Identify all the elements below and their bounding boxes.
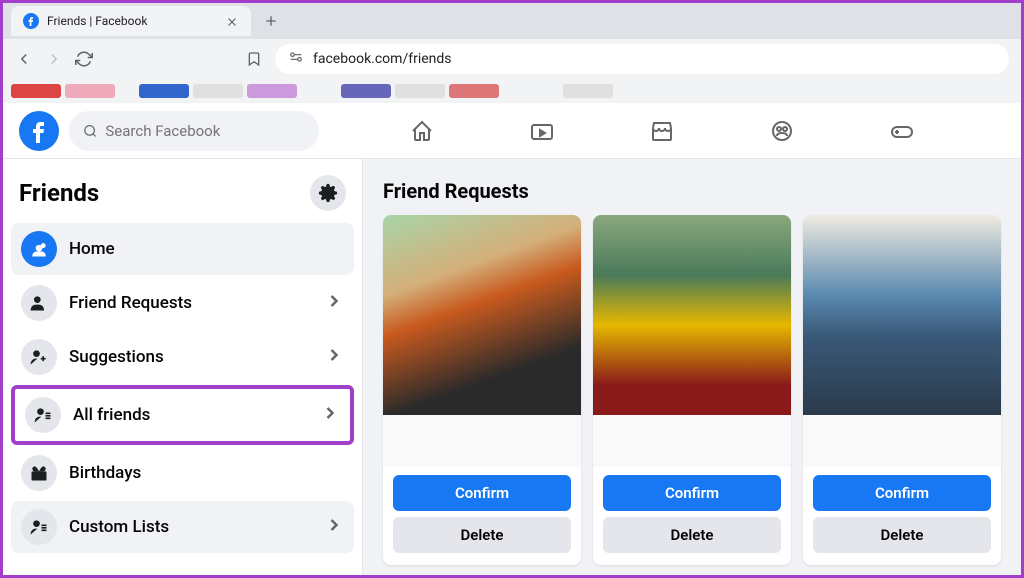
sidebar-header: Friends [11,171,354,223]
card-actions: Confirm Delete [593,467,791,565]
browser-chrome: Friends | Facebook facebook.com/friends [3,3,1021,103]
sidebar-item-label: Home [69,239,344,259]
tab-bar: Friends | Facebook [3,3,1021,39]
confirm-button[interactable]: Confirm [813,475,991,511]
new-tab-button[interactable] [257,7,285,35]
site-settings-icon[interactable] [289,50,303,68]
settings-button[interactable] [310,175,346,211]
browser-toolbar: facebook.com/friends [3,39,1021,79]
confirm-button[interactable]: Confirm [393,475,571,511]
nav-home[interactable] [367,107,477,155]
sidebar-item-suggestions[interactable]: Suggestions [11,331,354,383]
profile-name-blurred [593,415,791,467]
section-title: Friend Requests [383,179,1001,203]
sidebar-item-label: All friends [73,405,308,425]
confirm-button[interactable]: Confirm [603,475,781,511]
close-icon[interactable] [225,14,239,28]
search-icon [83,123,97,139]
profile-photo[interactable] [383,215,581,415]
delete-button[interactable]: Delete [393,517,571,553]
chevron-right-icon [324,515,344,539]
sidebar-item-all-friends[interactable]: All friends [11,385,354,445]
card-actions: Confirm Delete [803,467,1001,565]
top-nav [319,107,1005,155]
sidebar-item-label: Suggestions [69,347,312,367]
sidebar-title: Friends [19,179,99,207]
bookmark-icon[interactable] [245,50,263,68]
nav-video[interactable] [487,107,597,155]
friend-request-icon [21,285,57,321]
delete-button[interactable]: Delete [603,517,781,553]
sidebar-item-label: Friend Requests [69,293,312,313]
main-content: Friend Requests Confirm Delete Confirm D… [363,159,1021,575]
url-text: facebook.com/friends [313,51,452,67]
facebook-header [3,103,1021,159]
chevron-right-icon [324,345,344,369]
sidebar-item-label: Custom Lists [69,517,312,537]
custom-lists-icon [21,509,57,545]
delete-button[interactable]: Delete [813,517,991,553]
browser-tab[interactable]: Friends | Facebook [11,6,251,36]
friend-request-card: Confirm Delete [803,215,1001,565]
nav-groups[interactable] [727,107,837,155]
profile-photo[interactable] [593,215,791,415]
profile-photo[interactable] [803,215,1001,415]
search-box[interactable] [69,111,319,151]
sidebar-item-requests[interactable]: Friend Requests [11,277,354,329]
chevron-right-icon [320,403,340,427]
sidebar: Friends Home Friend Requests Suggestions [3,159,363,575]
friend-request-card: Confirm Delete [383,215,581,565]
sidebar-item-custom-lists[interactable]: Custom Lists [11,501,354,553]
facebook-favicon [23,13,39,29]
bookmarks-bar [3,79,1021,103]
back-button[interactable] [15,50,33,68]
search-input[interactable] [105,122,305,140]
card-actions: Confirm Delete [383,467,581,565]
chevron-right-icon [324,291,344,315]
reload-button[interactable] [75,50,93,68]
nav-gaming[interactable] [847,107,957,155]
all-friends-icon [25,397,61,433]
gear-icon [318,183,338,203]
facebook-logo[interactable] [19,111,59,151]
friend-request-card: Confirm Delete [593,215,791,565]
sidebar-item-home[interactable]: Home [11,223,354,275]
profile-name-blurred [803,415,1001,467]
address-bar[interactable]: facebook.com/friends [275,44,1009,74]
main-body: Friends Home Friend Requests Suggestions [3,159,1021,575]
gift-icon [21,455,57,491]
forward-button[interactable] [45,50,63,68]
sidebar-item-label: Birthdays [69,463,344,483]
sidebar-item-birthdays[interactable]: Birthdays [11,447,354,499]
suggestions-icon [21,339,57,375]
tab-title: Friends | Facebook [47,14,217,28]
friends-icon [21,231,57,267]
request-cards: Confirm Delete Confirm Delete Confirm De… [383,215,1001,565]
nav-marketplace[interactable] [607,107,717,155]
profile-name-blurred [383,415,581,467]
